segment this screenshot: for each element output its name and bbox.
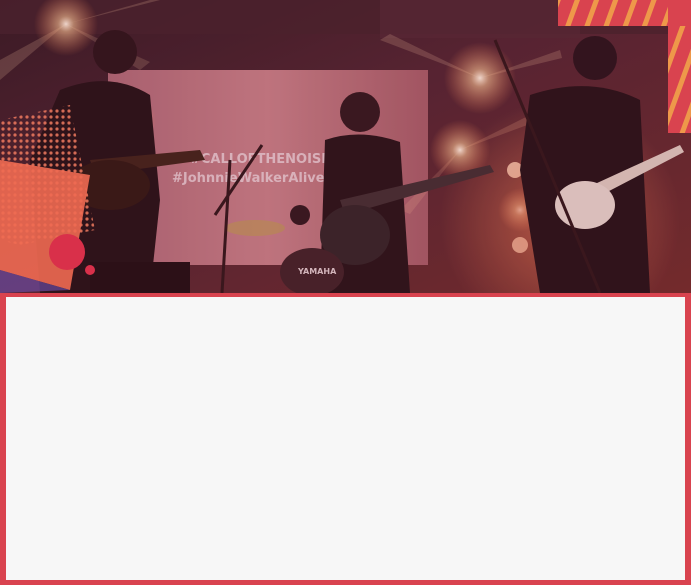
- hero-image: #CALLOFTHENOISE #JohnnieWalkerAlive YAMA…: [0, 0, 691, 293]
- circle-shape-icon: [49, 234, 85, 270]
- small-circle-shape-icon: [85, 265, 95, 275]
- concert-photo: #CALLOFTHENOISE #JohnnieWalkerAlive YAMA…: [0, 0, 691, 293]
- content-panel: [6, 297, 685, 580]
- page-frame: #CALLOFTHENOISE #JohnnieWalkerAlive YAMA…: [0, 0, 691, 585]
